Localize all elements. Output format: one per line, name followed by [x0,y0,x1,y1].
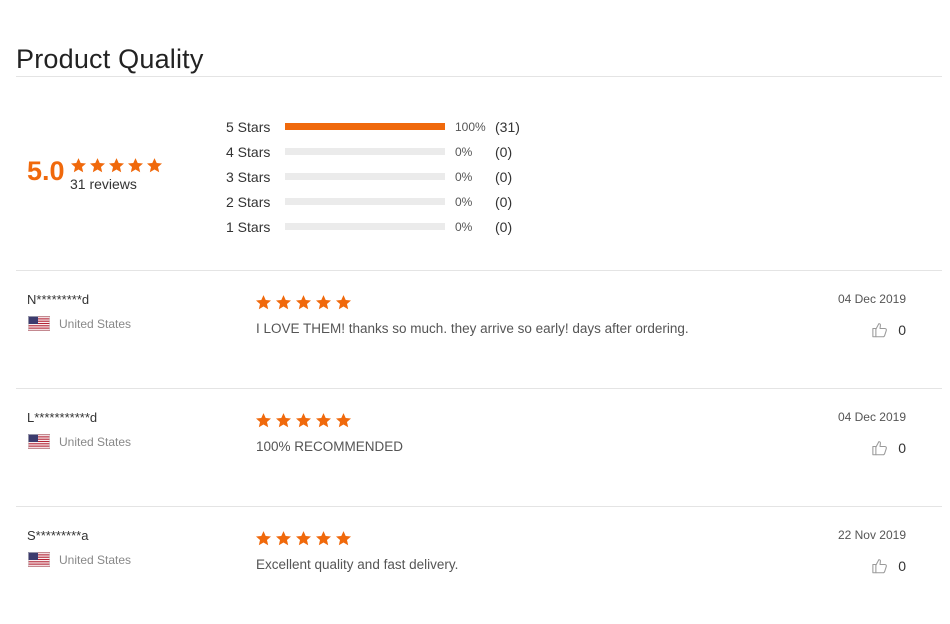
distribution-row-1[interactable]: 1 Stars 0% (0) [226,214,520,239]
distribution-label: 2 Stars [226,193,271,210]
review-stars [255,294,352,311]
helpful-count: 0 [898,322,906,338]
star-icon [335,294,352,311]
star-icon [89,157,106,174]
distribution-bar [285,223,445,230]
thumbs-up-icon[interactable] [871,439,889,457]
reviewer-name: N*********d [27,292,90,307]
thumbs-up-icon[interactable] [871,321,889,339]
us-flag-icon [28,316,50,331]
distribution-row-4[interactable]: 4 Stars 0% (0) [226,139,520,164]
star-icon [295,412,312,429]
review-stars [255,412,352,429]
distribution-bar [285,173,445,180]
star-icon [315,412,332,429]
distribution-count: (0) [495,168,513,185]
review-text: Excellent quality and fast delivery. [256,557,459,572]
reviewer-country: United States [28,316,131,331]
page-title: Product Quality [16,44,204,75]
distribution-percent: 0% [455,194,473,209]
star-icon [295,294,312,311]
distribution-bar [285,123,445,130]
star-icon [275,530,292,547]
distribution-percent: 0% [455,144,473,159]
review-date: 04 Dec 2019 [837,292,906,306]
star-icon [315,294,332,311]
star-icon [255,530,272,547]
rating-distribution: 5 Stars 100% (31) 4 Stars 0% (0) 3 Stars… [226,114,520,239]
country-name: United States [59,552,132,567]
star-icon [335,412,352,429]
star-icon [295,530,312,547]
distribution-bar [285,198,445,205]
distribution-count: (0) [495,193,513,210]
thumbs-up-icon[interactable] [871,557,889,575]
star-icon [70,157,87,174]
helpful-button[interactable]: 0 [871,557,906,575]
reviewer-country: United States [28,552,131,567]
average-stars [70,157,163,174]
helpful-count: 0 [898,558,906,574]
country-name: United States [59,316,132,331]
distribution-percent: 100% [455,119,486,134]
reviewer-name: S*********a [27,528,89,543]
helpful-count: 0 [898,440,906,456]
star-icon [255,412,272,429]
review-item: S*********a United States Excellent qual… [16,507,942,624]
review-date: 04 Dec 2019 [837,410,906,424]
review-item: N*********d United States I LOVE THEM! t… [16,271,942,388]
distribution-count: (0) [495,218,513,235]
star-icon [127,157,144,174]
reviewer-name: L***********d [27,410,98,425]
distribution-count: (0) [495,143,513,160]
helpful-button[interactable]: 0 [871,439,906,457]
distribution-bar-fill [285,123,445,130]
title-divider [16,76,942,77]
distribution-count: (31) [495,118,520,135]
star-icon [315,530,332,547]
us-flag-icon [28,552,50,567]
distribution-percent: 0% [455,219,473,234]
distribution-row-3[interactable]: 3 Stars 0% (0) [226,164,520,189]
star-icon [275,412,292,429]
reviewer-country: United States [28,434,131,449]
review-text: 100% RECOMMENDED [256,439,404,454]
helpful-button[interactable]: 0 [871,321,906,339]
review-count: 31 reviews [70,176,137,192]
review-date: 22 Nov 2019 [837,528,906,542]
distribution-row-2[interactable]: 2 Stars 0% (0) [226,189,520,214]
star-icon [108,157,125,174]
distribution-percent: 0% [455,169,473,184]
review-item: L***********d United States 100% RECOMME… [16,389,942,506]
distribution-label: 3 Stars [226,168,271,185]
distribution-bar [285,148,445,155]
average-score: 5.0 [27,156,65,186]
review-text: I LOVE THEM! thanks so much. they arrive… [256,321,689,336]
star-icon [255,294,272,311]
distribution-label: 5 Stars [226,118,271,135]
star-icon [335,530,352,547]
star-icon [146,157,163,174]
distribution-row-5[interactable]: 5 Stars 100% (31) [226,114,520,139]
review-stars [255,530,352,547]
us-flag-icon [28,434,50,449]
distribution-label: 1 Stars [226,218,271,235]
country-name: United States [59,434,132,449]
distribution-label: 4 Stars [226,143,271,160]
star-icon [275,294,292,311]
